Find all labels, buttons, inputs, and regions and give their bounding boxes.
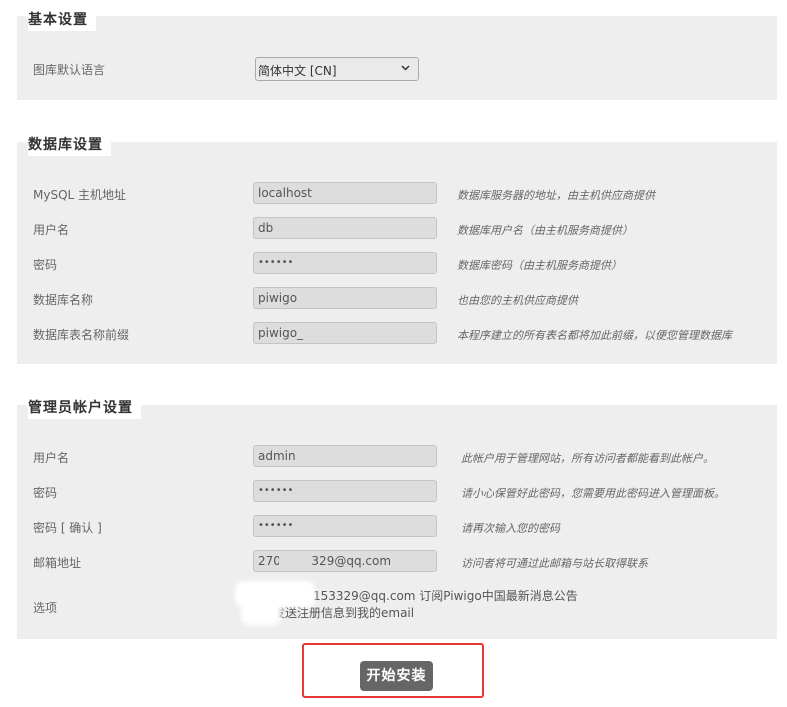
db-prefix-label: 数据库表名称前缀 (33, 328, 130, 342)
db-password-row: 密码 •••••• 数据库密码（由主机服务商提供） (17, 252, 777, 276)
language-row: 图库默认语言 简体中文 [CN] (17, 57, 777, 81)
language-select-value: 简体中文 [CN] (258, 64, 337, 78)
redaction-mask (245, 603, 277, 621)
options-label: 选项 (33, 601, 58, 615)
language-select[interactable]: 简体中文 [CN] (255, 57, 419, 81)
admin-password-confirm-input[interactable]: •••••• (253, 515, 437, 537)
admin-user-row: 用户名 admin 此帐户用于管理网站，所有访问者都能看到此帐户。 (17, 445, 777, 469)
admin-user-hint: 此帐户用于管理网站，所有访问者都能看到此帐户。 (461, 452, 714, 465)
db-password-input[interactable]: •••••• (253, 252, 437, 274)
admin-password-confirm-label: 密码 [ 确认 ] (33, 521, 102, 535)
db-host-input[interactable]: localhost (253, 182, 437, 204)
db-name-label: 数据库名称 (33, 293, 94, 307)
admin-password-hint: 请小心保管好此密码，您需要用此密码进入管理面板。 (461, 487, 725, 500)
language-label: 图库默认语言 (33, 63, 106, 77)
db-user-row: 用户名 db 数据库用户名（由主机服务商提供） (17, 217, 777, 241)
db-name-row: 数据库名称 piwigo 也由您的主机供应商提供 (17, 287, 777, 311)
db-user-hint: 数据库用户名（由主机服务商提供） (457, 224, 633, 237)
basic-settings-section: 图库默认语言 简体中文 [CN] (17, 16, 777, 100)
database-settings-title: 数据库设置 (28, 134, 111, 156)
admin-password-row: 密码 •••••• 请小心保管好此密码，您需要用此密码进入管理面板。 (17, 480, 777, 504)
admin-password-input[interactable]: •••••• (253, 480, 437, 502)
chevron-down-icon (401, 65, 410, 71)
admin-password-label: 密码 (33, 486, 58, 500)
db-prefix-hint: 本程序建立的所有表名都将加此前缀，以便您管理数据库 (457, 329, 732, 342)
admin-email-row: 邮箱地址 270 329@qq.com 访问者将可通过此邮箱与站长取得联系 (17, 550, 777, 574)
database-settings-section: MySQL 主机地址 localhost 数据库服务器的地址，由主机供应商提供 … (17, 142, 777, 364)
db-user-label: 用户名 (33, 223, 70, 237)
db-host-row: MySQL 主机地址 localhost 数据库服务器的地址，由主机供应商提供 (17, 182, 777, 206)
admin-user-label: 用户名 (33, 451, 70, 465)
db-prefix-input[interactable]: piwigo_ (253, 322, 437, 344)
admin-password-confirm-hint: 请再次输入您的密码 (461, 522, 560, 535)
admin-email-hint: 访问者将可通过此邮箱与站长取得联系 (461, 557, 648, 570)
subscribe-option[interactable]: 153329@qq.com 订阅Piwigo中国最新消息公告 (313, 587, 578, 604)
admin-settings-title: 管理员帐户设置 (28, 397, 141, 419)
db-password-hint: 数据库密码（由主机服务商提供） (457, 259, 622, 272)
db-password-label: 密码 (33, 258, 58, 272)
admin-settings-section: 用户名 admin 此帐户用于管理网站，所有访问者都能看到此帐户。 密码 •••… (17, 405, 777, 639)
send-info-option[interactable]: 发送注册信息到我的email (273, 604, 414, 621)
redaction-mask (279, 551, 303, 571)
db-prefix-row: 数据库表名称前缀 piwigo_ 本程序建立的所有表名都将加此前缀，以便您管理数… (17, 322, 777, 346)
db-name-hint: 也由您的主机供应商提供 (457, 294, 578, 307)
basic-settings-title: 基本设置 (28, 9, 96, 31)
db-user-input[interactable]: db (253, 217, 437, 239)
admin-email-label: 邮箱地址 (33, 556, 82, 570)
start-install-button[interactable]: 开始安装 (360, 661, 433, 691)
db-host-hint: 数据库服务器的地址，由主机供应商提供 (457, 189, 655, 202)
db-host-label: MySQL 主机地址 (33, 188, 127, 202)
admin-user-input[interactable]: admin (253, 445, 437, 467)
admin-password-confirm-row: 密码 [ 确认 ] •••••• 请再次输入您的密码 (17, 515, 777, 539)
redaction-mask (239, 585, 311, 603)
db-name-input[interactable]: piwigo (253, 287, 437, 309)
